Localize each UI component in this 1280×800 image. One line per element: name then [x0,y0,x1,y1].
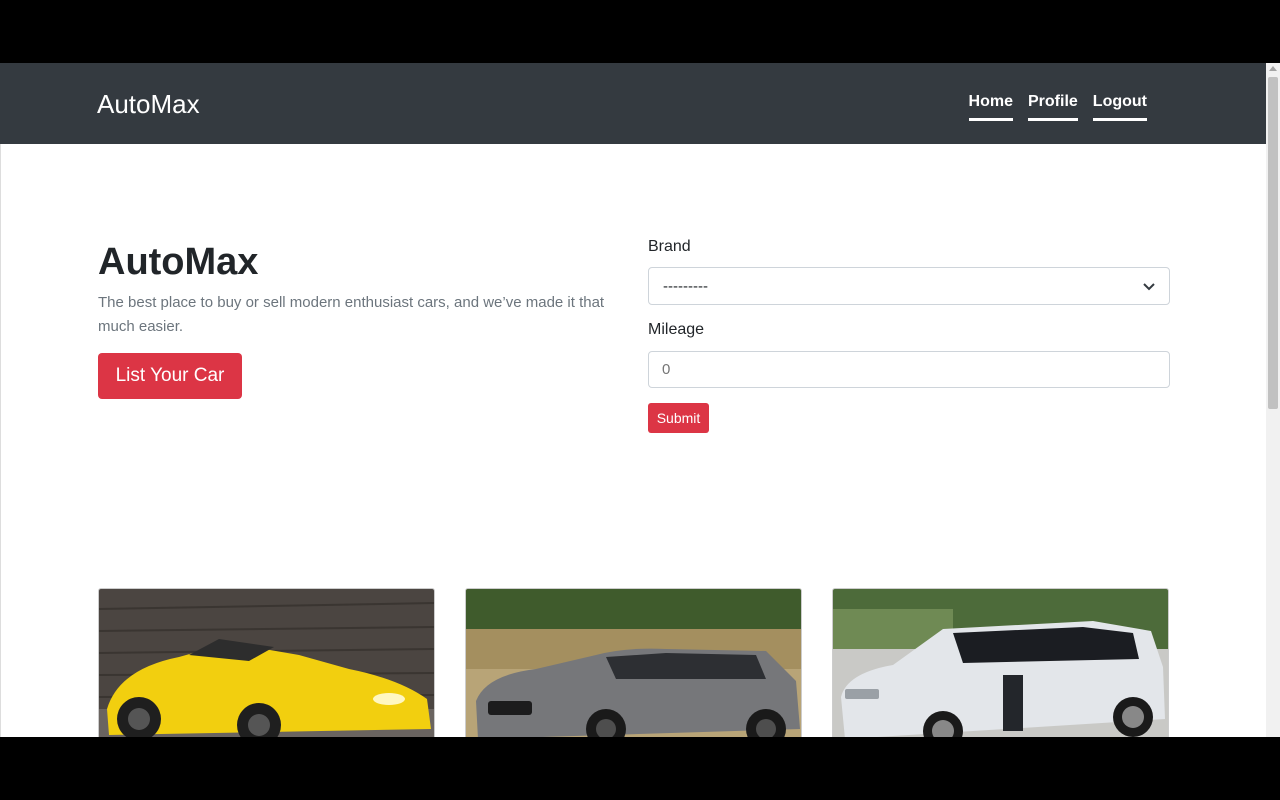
nav-link-profile[interactable]: Profile [1028,92,1078,121]
list-your-car-button[interactable]: List Your Car [98,353,242,399]
mileage-label: Mileage [648,321,705,338]
vertical-scrollbar[interactable] [1266,63,1280,737]
car-card[interactable] [98,588,435,737]
scrollbar-thumb[interactable] [1268,77,1278,409]
yellow-convertible-photo [99,589,434,737]
submit-button[interactable]: Submit [648,403,709,433]
main-content: AutoMax The best place to buy or sell mo… [0,144,1266,737]
navbar: AutoMax Home Profile Logout [0,63,1266,144]
mileage-input[interactable] [648,351,1170,388]
browser-viewport: AutoMax Home Profile Logout AutoMax The … [0,63,1280,737]
hero-title: AutoMax [98,241,259,283]
nav-link-home[interactable]: Home [968,92,1013,121]
nav-link-logout[interactable]: Logout [1092,92,1147,121]
car-card[interactable] [832,588,1169,737]
nav-links: Home Profile Logout [968,92,1147,121]
navbar-brand[interactable]: AutoMax [97,89,200,119]
brand-label: Brand [648,238,691,255]
chevron-down-icon [1143,279,1155,294]
car-card[interactable] [465,588,802,737]
hero-subtitle: The best place to buy or sell modern ent… [98,294,605,335]
grey-wagon-photo [466,589,801,737]
scroll-up-arrow-icon[interactable] [1269,66,1277,71]
white-suv-photo [833,589,1168,737]
brand-select-value: --------- [663,277,708,295]
brand-select[interactable]: --------- [648,267,1170,305]
